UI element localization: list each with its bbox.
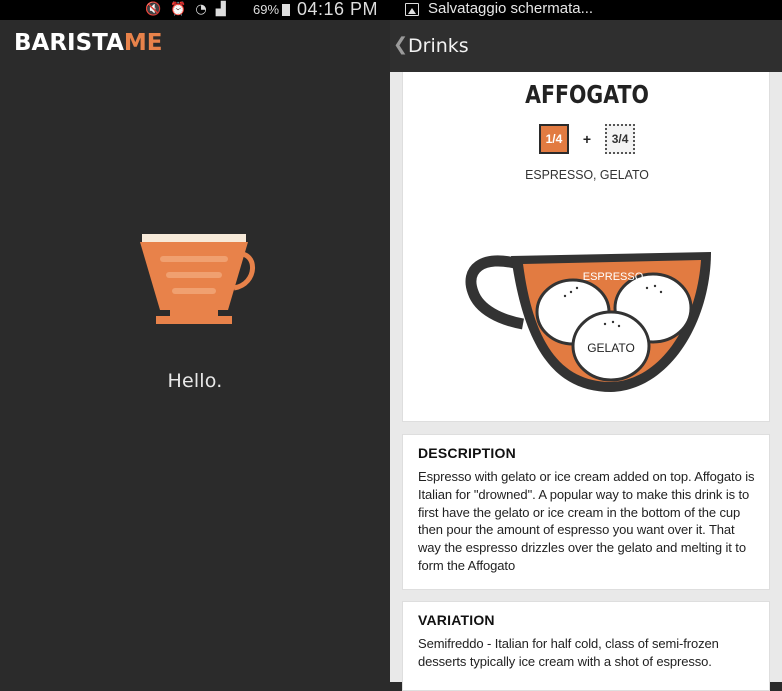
description-text: Espresso with gelato or ice cream added … <box>418 469 755 573</box>
alarm-icon: ⏰ <box>170 2 187 17</box>
ratio-plus: + <box>582 131 592 147</box>
status-bar: 🔇 ⏰ ◔ ▟ 69% 04:16 PM <box>0 0 390 20</box>
variation-card: VARIATION Semifreddo - Italian for half … <box>402 601 770 691</box>
drink-hero-card: AFFOGATO 1/4 + 3/4 ESPRESSO, GELATO ESPR… <box>402 72 770 422</box>
greeting-text: Hello. <box>167 370 223 392</box>
description-title: DESCRIPTION <box>418 445 516 461</box>
signal-icon: ▟ <box>215 2 226 17</box>
left-pane: 🔇 ⏰ ◔ ▟ 69% 04:16 PM BARISTA ME Hello. <box>0 0 390 682</box>
notification-text: Salvataggio schermata... <box>428 0 594 17</box>
ratio-row: 1/4 + 3/4 <box>403 124 771 154</box>
description-card: DESCRIPTION Espresso with gelato or ice … <box>402 434 770 590</box>
variation-title: VARIATION <box>418 612 495 628</box>
cup-label-espresso: ESPRESSO <box>583 271 644 283</box>
left-app-bar: BARISTA ME <box>0 20 390 72</box>
ratio-gelato-badge: 3/4 <box>605 124 636 154</box>
battery-percent: 69% <box>253 2 280 17</box>
variation-text: Semifreddo - Italian for half cold, clas… <box>418 636 719 669</box>
back-button[interactable]: Drinks <box>408 35 469 57</box>
ingredients-list: ESPRESSO, GELATO <box>525 167 649 182</box>
back-chevron-icon[interactable]: ❮ <box>393 34 408 55</box>
logo-text-main: BARISTA <box>14 30 124 56</box>
screenshot-icon <box>405 3 419 16</box>
notification-bar: Salvataggio schermata... <box>390 0 782 20</box>
affogato-cup-illustration: ESPRESSO GELATO <box>465 252 711 392</box>
coffee-dripper-icon <box>140 234 255 324</box>
mute-icon: 🔇 <box>145 2 162 17</box>
logo-text-accent: ME <box>123 30 163 56</box>
cup-label-gelato: GELATO <box>587 341 635 355</box>
right-pane: Salvataggio schermata... ❮ Drinks AFFOGA… <box>390 0 782 691</box>
drink-title: AFFOGATO <box>525 80 649 109</box>
app-logo[interactable]: BARISTA ME <box>14 30 162 56</box>
right-app-bar: ❮ Drinks <box>390 20 782 72</box>
clock: 04:16 PM <box>297 0 379 19</box>
battery-icon <box>282 4 290 16</box>
wifi-icon: ◔ <box>195 2 207 17</box>
ratio-espresso-badge: 1/4 <box>538 124 569 154</box>
status-icons: 🔇 ⏰ ◔ ▟ <box>145 1 226 19</box>
